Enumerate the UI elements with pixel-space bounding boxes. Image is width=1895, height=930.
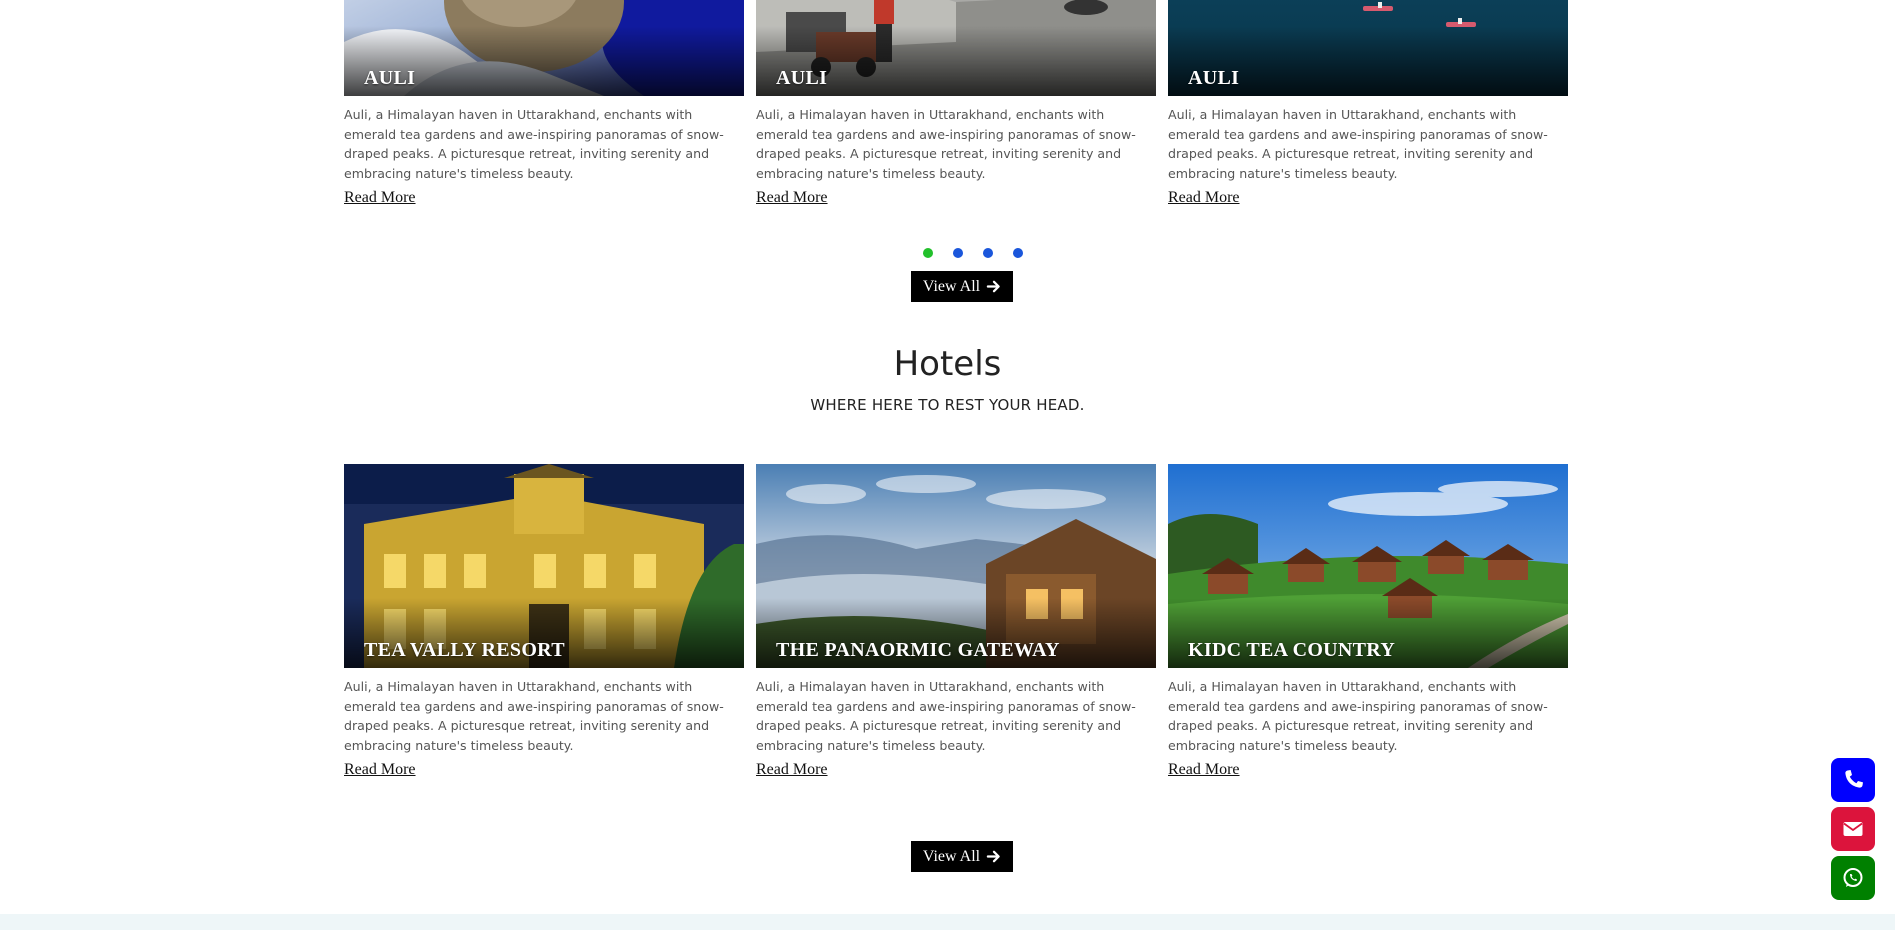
destination-card[interactable]: AULI Auli, a Himalayan haven in Uttarakh… (1168, 0, 1568, 207)
view-all-label: View All (922, 847, 981, 865)
destination-description: Auli, a Himalayan haven in Uttarakhand, … (756, 107, 1136, 181)
hotel-description: Auli, a Himalayan haven in Uttarakhand, … (1168, 679, 1548, 753)
carousel-dot[interactable] (923, 248, 933, 258)
section-subtitle: WHERE HERE TO REST YOUR HEAD. (810, 396, 1085, 414)
destination-title: AULI (1188, 67, 1240, 89)
carousel-dot[interactable] (953, 248, 963, 258)
arrow-right-icon (986, 850, 1000, 863)
whatsapp-icon (1843, 868, 1863, 887)
destination-card[interactable]: AULI Auli, a Himalayan haven in Uttarakh… (344, 0, 744, 207)
whatsapp-button[interactable] (1831, 856, 1875, 900)
footer-band (0, 914, 1895, 930)
hotel-title: THE PANAORMIC GATEWAY (776, 639, 1060, 661)
read-more-link[interactable]: Read More (1168, 189, 1240, 207)
read-more-link[interactable]: Read More (756, 189, 828, 207)
destination-image-lake[interactable]: AULI (1168, 0, 1568, 96)
destination-card[interactable]: AULI Auli, a Himalayan haven in Uttarakh… (756, 0, 1156, 207)
hotel-card[interactable]: THE PANAORMIC GATEWAY Auli, a Himalayan … (756, 464, 1156, 779)
destination-description: Auli, a Himalayan haven in Uttarakhand, … (344, 107, 724, 181)
carousel-dot[interactable] (1013, 248, 1023, 258)
phone-icon (1845, 770, 1863, 788)
email-button[interactable] (1831, 807, 1875, 851)
view-all-label: View All (922, 277, 981, 295)
read-more-link[interactable]: Read More (756, 761, 828, 779)
section-title: Hotels (893, 344, 1002, 384)
hotels-card-row: TEA VALLY RESORT Auli, a Himalayan haven… (344, 464, 1568, 779)
destination-image-street[interactable]: AULI (756, 0, 1156, 96)
arrow-right-icon (986, 280, 1000, 293)
hotel-card[interactable]: KIDC TEA COUNTRY Auli, a Himalayan haven… (1168, 464, 1568, 779)
hotel-image-tea-country[interactable]: KIDC TEA COUNTRY (1168, 464, 1568, 668)
phone-button[interactable] (1831, 758, 1875, 802)
destination-image-snow-rock[interactable]: AULI (344, 0, 744, 96)
destination-description: Auli, a Himalayan haven in Uttarakhand, … (1168, 107, 1548, 181)
envelope-icon (1843, 822, 1863, 836)
read-more-link[interactable]: Read More (344, 189, 416, 207)
hotel-title: TEA VALLY RESORT (364, 639, 565, 661)
hotel-description: Auli, a Himalayan haven in Uttarakhand, … (756, 679, 1136, 753)
hotel-image-gateway[interactable]: THE PANAORMIC GATEWAY (756, 464, 1156, 668)
read-more-link[interactable]: Read More (1168, 761, 1240, 779)
hotel-image-resort[interactable]: TEA VALLY RESORT (344, 464, 744, 668)
destinations-card-row: AULI Auli, a Himalayan haven in Uttarakh… (344, 0, 1568, 207)
carousel-dot[interactable] (983, 248, 993, 258)
hotel-description: Auli, a Himalayan haven in Uttarakhand, … (344, 679, 724, 753)
carousel-dots (923, 248, 1023, 258)
destination-title: AULI (364, 67, 416, 89)
hotel-card[interactable]: TEA VALLY RESORT Auli, a Himalayan haven… (344, 464, 744, 779)
hotels-view-all-button[interactable]: View All (911, 841, 1013, 872)
destinations-view-all-button[interactable]: View All (911, 271, 1013, 302)
hotel-title: KIDC TEA COUNTRY (1188, 639, 1396, 661)
destination-title: AULI (776, 67, 828, 89)
read-more-link[interactable]: Read More (344, 761, 416, 779)
